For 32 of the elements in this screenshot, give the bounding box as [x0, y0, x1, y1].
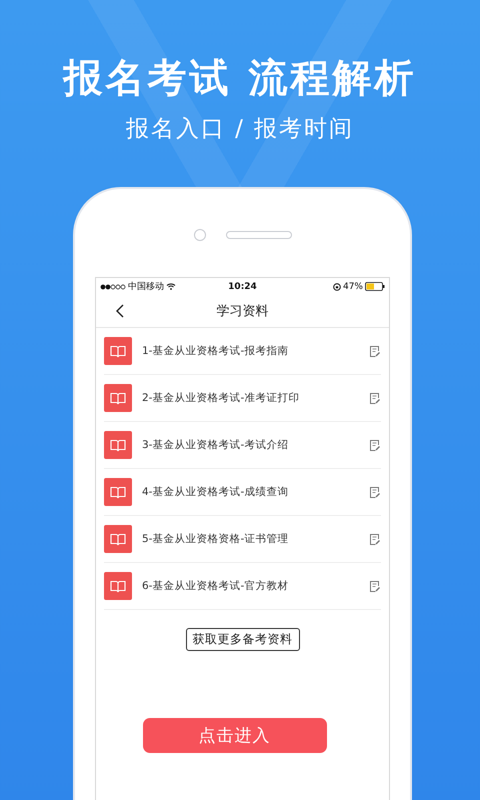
signal-icon: [100, 284, 126, 290]
book-icon: [104, 525, 132, 553]
lock-rotation-icon: [332, 282, 341, 290]
material-title[interactable]: 2-基金从业资格考试-准考证打印: [142, 391, 369, 405]
note-edit-icon[interactable]: [369, 392, 381, 404]
battery-percent: 47%: [342, 282, 363, 292]
carrier-name: 中国移动: [128, 280, 164, 293]
wifi-icon: [166, 283, 176, 290]
back-icon[interactable]: [114, 303, 126, 319]
book-icon: [104, 478, 132, 506]
note-edit-icon[interactable]: [369, 486, 381, 498]
note-edit-icon[interactable]: [369, 438, 381, 452]
material-title[interactable]: 6-基金从业资格考试-官方教材: [142, 579, 369, 593]
clock-time: 10:24: [228, 282, 257, 292]
more-materials-button[interactable]: 获取更多备考资料: [186, 628, 300, 651]
material-title[interactable]: 1-基金从业资格考试-报考指南: [142, 344, 369, 358]
book-icon: [104, 337, 132, 365]
speaker-grille: [226, 231, 292, 239]
camera-icon: [194, 229, 206, 241]
book-icon: [104, 384, 132, 412]
note-edit-icon[interactable]: [369, 580, 381, 592]
book-icon: [104, 431, 132, 459]
book-icon: [104, 572, 132, 600]
screen-title: 学习资料: [216, 303, 270, 320]
note-edit-icon[interactable]: [369, 344, 381, 358]
note-edit-icon[interactable]: [369, 532, 381, 546]
battery-icon: [365, 282, 385, 291]
material-title[interactable]: 4-基金从业资格考试-成绩查询: [142, 485, 369, 499]
material-title[interactable]: 5-基金从业资格资格-证书管理: [142, 532, 369, 546]
subheadline: 报名入口 / 报考时间: [126, 115, 354, 144]
headline: 报名考试 流程解析: [64, 56, 416, 102]
material-title[interactable]: 3-基金从业资格考试-考试介绍: [142, 438, 369, 452]
